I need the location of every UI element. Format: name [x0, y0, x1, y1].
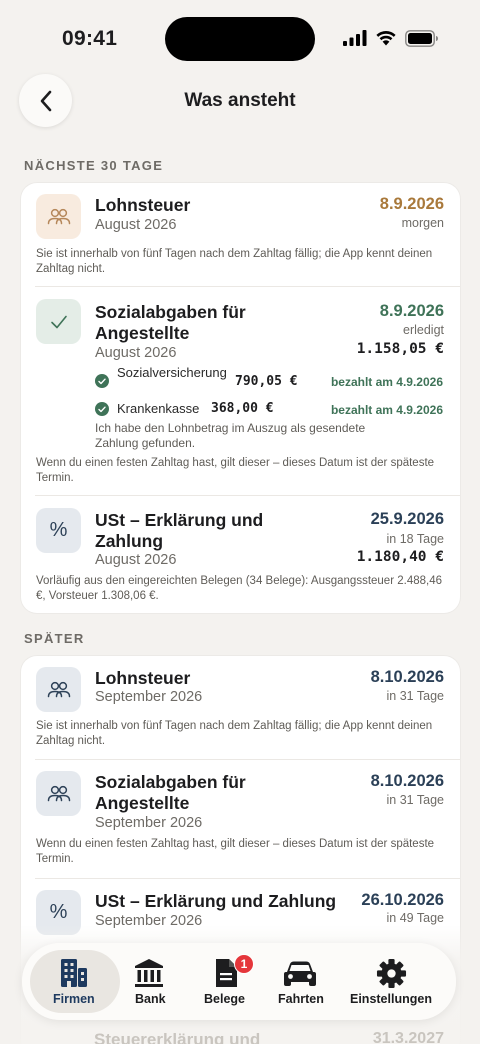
item-period: September 2026 [95, 815, 203, 831]
item-due-date: 26.10.2026 [361, 891, 444, 909]
item-note: Vorläufig aus den eingereichten Belegen … [36, 575, 442, 602]
item-title: Lohnsteuer [95, 668, 191, 688]
people-icon [36, 771, 81, 816]
list-item-lohnsteuer-august[interactable]: Lohnsteuer August 2026 8.9.2026 morgen S… [21, 183, 460, 286]
status-time: 09:41 [62, 27, 118, 50]
item-amount: 1.180,40 € [356, 549, 444, 565]
payment-amount: 790,05 € [235, 374, 298, 389]
check-circle-icon [95, 402, 109, 416]
checkmark-icon [36, 299, 81, 344]
tab-belege[interactable]: 1 Belege [200, 943, 254, 1020]
tab-firmen[interactable]: Firmen [22, 943, 128, 1020]
item-relative-date: in 18 Tage [386, 532, 444, 546]
card-next-30-days: Lohnsteuer August 2026 8.9.2026 morgen S… [21, 183, 460, 613]
item-title-partial: Steuererklärung und [94, 1030, 261, 1044]
item-due-date: 8.9.2026 [379, 302, 444, 320]
section-label-next: NÄCHSTE 30 TAGE [24, 158, 164, 173]
bank-icon [135, 959, 163, 987]
item-amount: 1.158,05 € [356, 341, 444, 357]
item-relative-date: in 31 Tage [386, 689, 444, 703]
list-item-ust-august[interactable]: % USt – Erklärung und Zahlung August 202… [21, 496, 460, 613]
item-relative-date: in 31 Tage [386, 793, 444, 807]
payment-row-sozialversicherung: Sozialversicherung 790,05 € bezahlt am 4… [95, 365, 445, 395]
item-due-date: 25.9.2026 [370, 510, 444, 528]
status-bar: 09:41 [0, 0, 480, 70]
payment-amount: 368,00 € [211, 401, 274, 416]
item-period: August 2026 [95, 217, 177, 233]
item-note: Sie ist innerhalb von fünf Tagen nach de… [36, 248, 433, 275]
people-icon [36, 194, 81, 239]
payment-note: Ich habe den Lohnbetrag im Auszug als ge… [95, 421, 366, 450]
tab-fahrten[interactable]: Fahrten [276, 943, 328, 1020]
list-item-lohnsteuer-september[interactable]: Lohnsteuer September 2026 8.10.2026 in 3… [21, 656, 460, 759]
gear-icon [376, 958, 407, 989]
page-title: Was ansteht [184, 90, 296, 111]
tab-einstellungen[interactable]: Einstellungen [350, 943, 434, 1020]
percent-icon: % [36, 508, 81, 553]
people-icon [36, 667, 81, 712]
tab-label: Bank [135, 992, 166, 1006]
tab-label: Belege [204, 992, 245, 1006]
payment-label: Krankenkasse [117, 401, 200, 416]
item-title: USt – Erklärung und Zahlung [95, 891, 337, 911]
item-title: Sozialabgaben für Angestellte [95, 302, 246, 343]
car-icon [284, 961, 316, 986]
item-period: September 2026 [95, 689, 203, 705]
payment-label: Sozialversicherung [117, 365, 227, 380]
item-relative-date: in 49 Tage [386, 911, 444, 925]
section-label-later: SPÄTER [24, 631, 85, 646]
navigation-header: Was ansteht [0, 74, 480, 128]
tab-label: Einstellungen [350, 992, 432, 1006]
check-circle-icon [95, 374, 109, 388]
item-title: Sozialabgaben für Angestellte [95, 772, 246, 813]
wifi-icon [376, 31, 396, 46]
item-relative-date: erledigt [403, 323, 444, 337]
payment-status: bezahlt am 4.9.2026 [330, 403, 443, 417]
building-icon [61, 959, 87, 987]
list-item-sozialabgaben-september[interactable]: Sozialabgaben für Angestellte September … [21, 760, 460, 878]
item-note: Sie ist innerhalb von fünf Tagen nach de… [36, 720, 433, 747]
tab-bank[interactable]: Bank [128, 943, 170, 1020]
dynamic-island [165, 17, 315, 61]
item-title: USt – Erklärung und Zahlung [95, 510, 264, 551]
item-due-date: 8.10.2026 [370, 668, 444, 686]
battery-icon [405, 30, 438, 47]
item-relative-date: morgen [401, 216, 444, 230]
notification-badge: 1 [234, 954, 254, 974]
tab-label: Fahrten [278, 992, 324, 1006]
item-note: Wenn du einen festen Zahltag hast, gilt … [36, 838, 435, 865]
item-note: Wenn du einen festen Zahltag hast, gilt … [36, 457, 435, 484]
item-period: August 2026 [95, 345, 177, 361]
payment-row-krankenkasse: Krankenkasse 368,00 € bezahlt am 4.9.202… [95, 401, 445, 419]
item-due-date: 8.9.2026 [379, 195, 444, 213]
payment-status: bezahlt am 4.9.2026 [330, 375, 443, 389]
item-period: August 2026 [95, 552, 177, 568]
item-due-date: 8.10.2026 [370, 772, 444, 790]
tab-label: Firmen [53, 992, 95, 1006]
tab-bar: Firmen Bank 1 Belege Fahrten Einstellung… [22, 943, 456, 1020]
signal-icon [343, 30, 367, 46]
item-title: Lohnsteuer [95, 195, 191, 215]
item-due-date-partial: 31.3.2027 [372, 1030, 444, 1044]
